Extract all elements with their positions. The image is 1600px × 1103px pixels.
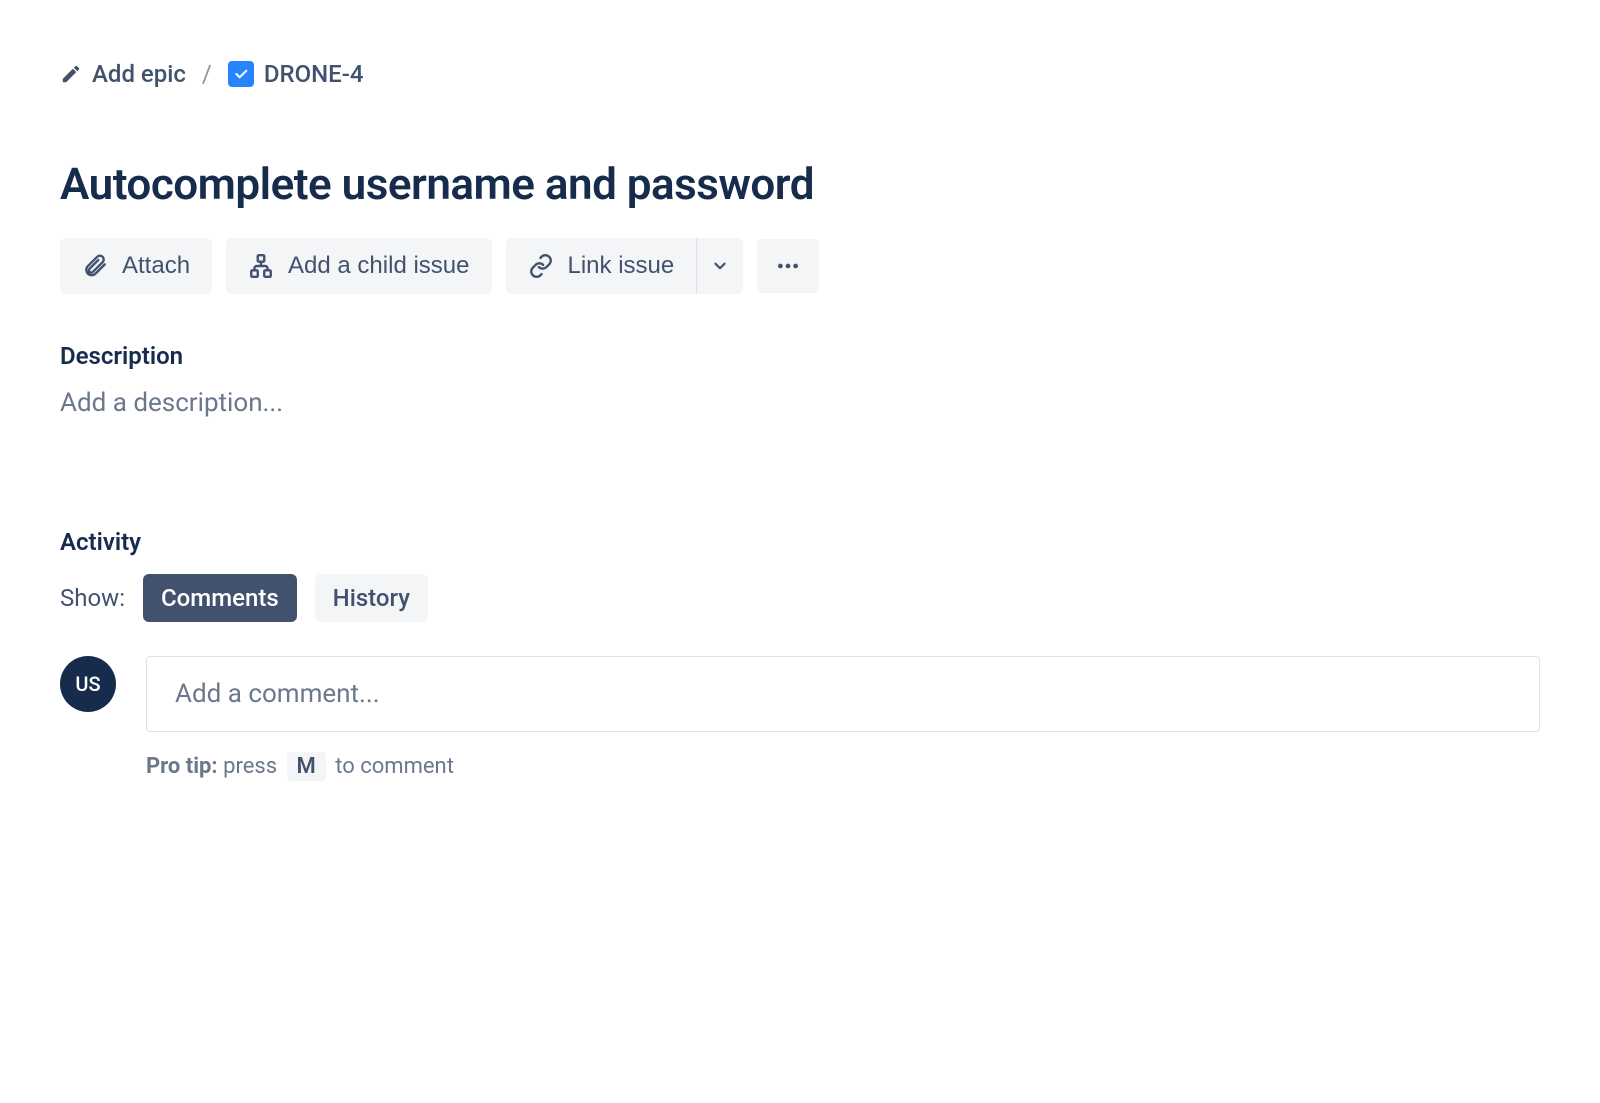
more-actions-button[interactable]	[757, 239, 819, 293]
paperclip-icon	[82, 253, 108, 279]
activity-section: Activity Show: Comments History US Add a…	[60, 528, 1540, 781]
comment-input[interactable]: Add a comment...	[146, 656, 1540, 732]
action-toolbar: Attach Add a child issue Link issue	[60, 238, 1540, 294]
keycap-m: M	[287, 752, 326, 781]
task-icon	[228, 61, 254, 87]
more-icon	[773, 253, 803, 279]
link-issue-group: Link issue	[506, 238, 744, 294]
ticket-id-label: DRONE-4	[264, 60, 364, 88]
avatar: US	[60, 656, 116, 712]
pro-tip-after: to comment	[330, 754, 454, 779]
add-child-label: Add a child issue	[288, 252, 469, 280]
description-heading: Description	[60, 342, 1540, 370]
link-issue-dropdown[interactable]	[696, 238, 743, 294]
attach-label: Attach	[122, 252, 190, 280]
chevron-down-icon	[711, 257, 729, 275]
add-child-issue-button[interactable]: Add a child issue	[226, 238, 491, 294]
description-section: Description Add a description...	[60, 342, 1540, 418]
pro-tip-label: Pro tip:	[146, 754, 218, 779]
activity-filter-row: Show: Comments History	[60, 574, 1540, 622]
breadcrumb: Add epic / DRONE-4	[60, 60, 1540, 88]
link-issue-label: Link issue	[568, 252, 675, 280]
comment-row: US Add a comment...	[60, 656, 1540, 732]
hierarchy-icon	[248, 253, 274, 279]
add-epic-label: Add epic	[92, 60, 186, 88]
pro-tip: Pro tip: press M to comment	[146, 752, 1540, 781]
attach-button[interactable]: Attach	[60, 238, 212, 294]
link-issue-button[interactable]: Link issue	[506, 238, 697, 294]
pro-tip-before: press	[218, 754, 283, 779]
tab-history[interactable]: History	[315, 574, 428, 622]
breadcrumb-separator: /	[202, 60, 212, 88]
issue-title[interactable]: Autocomplete username and password	[60, 158, 1540, 210]
show-label: Show:	[60, 584, 125, 612]
ticket-link[interactable]: DRONE-4	[228, 60, 364, 88]
activity-heading: Activity	[60, 528, 1540, 556]
pencil-icon	[60, 63, 82, 85]
tab-comments[interactable]: Comments	[143, 574, 297, 622]
description-input[interactable]: Add a description...	[60, 388, 1540, 418]
add-epic-button[interactable]: Add epic	[60, 60, 186, 88]
link-icon	[528, 253, 554, 279]
